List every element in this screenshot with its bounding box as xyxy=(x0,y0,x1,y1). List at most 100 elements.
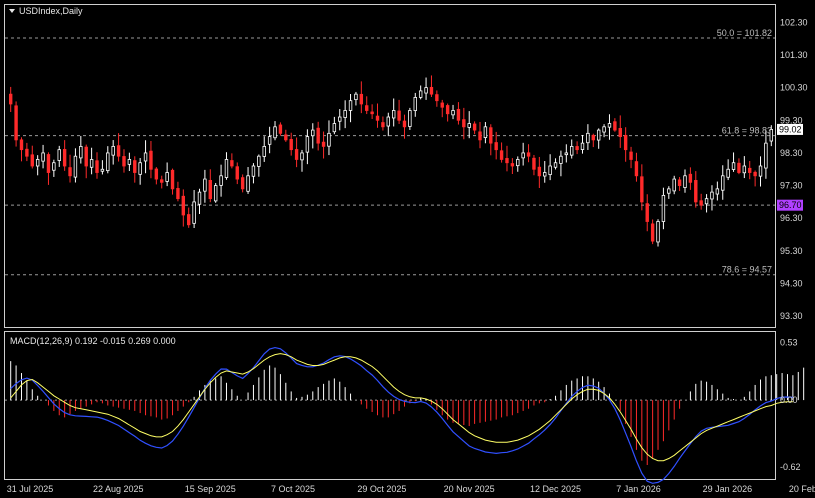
candle-body xyxy=(230,160,234,167)
candle-body xyxy=(532,157,536,170)
collapse-triangle-icon[interactable] xyxy=(9,9,15,13)
candle-body xyxy=(607,123,612,128)
candle-body xyxy=(224,159,229,178)
price-tick: 102.30 xyxy=(780,17,808,27)
candle-body xyxy=(656,221,660,243)
candle-body xyxy=(348,100,353,111)
candle-body xyxy=(413,97,417,111)
candle-body xyxy=(564,152,569,156)
candle-body xyxy=(187,214,191,226)
candle-body xyxy=(327,132,331,147)
candle-body xyxy=(300,152,304,161)
candle-body xyxy=(764,142,768,169)
candle-body xyxy=(41,152,45,162)
candle-body xyxy=(375,115,380,121)
candle-body xyxy=(429,86,434,95)
price-tick: 98.30 xyxy=(780,148,803,158)
candle-body xyxy=(359,93,364,105)
candle-body xyxy=(381,122,385,128)
candle-body xyxy=(111,146,115,156)
candle-body xyxy=(95,160,99,173)
candle-body xyxy=(284,134,288,141)
candle-body xyxy=(176,188,180,200)
candle-body xyxy=(62,149,67,167)
candle-body xyxy=(305,136,310,153)
candle-body xyxy=(742,165,747,174)
candle-body xyxy=(208,179,212,200)
price-tick: 97.30 xyxy=(780,181,803,191)
candle-body xyxy=(489,127,493,144)
candle-body xyxy=(596,129,601,141)
candle-body xyxy=(170,169,175,190)
candle-body xyxy=(273,126,277,139)
candle-body xyxy=(133,160,137,173)
candle-body xyxy=(456,108,461,121)
time-tick: 20 Nov 2025 xyxy=(444,484,495,494)
candle-body xyxy=(52,162,56,171)
candle-body xyxy=(472,123,477,131)
macd-signal-line xyxy=(10,353,793,462)
candle-body xyxy=(451,110,455,116)
candle-body xyxy=(715,188,720,195)
candle-body xyxy=(418,90,423,98)
price-tick: 95.30 xyxy=(780,246,803,256)
candle-body xyxy=(321,141,326,147)
candle-body xyxy=(543,172,547,177)
candle-body xyxy=(181,195,186,216)
macd-pane-border xyxy=(4,331,776,480)
candle-body xyxy=(758,165,763,177)
candle-body xyxy=(79,146,83,159)
candle-body xyxy=(89,159,94,168)
macd-tick: 0.53 xyxy=(780,338,798,348)
candle-body xyxy=(467,123,471,128)
candle-body xyxy=(262,146,266,157)
candle-body xyxy=(402,120,407,128)
fib-label-78-6: 78.6 = 94.57 xyxy=(722,265,772,275)
candle-body xyxy=(143,152,148,162)
candle-body xyxy=(613,121,617,131)
candle-body xyxy=(575,146,579,151)
candle-body xyxy=(537,166,542,177)
candle-body xyxy=(294,149,299,160)
candle-body xyxy=(251,165,256,177)
price-axis: 102.30 101.30 100.30 99.30 98.30 97.30 9… xyxy=(780,17,808,321)
candle-body xyxy=(57,149,61,161)
candle-body xyxy=(127,159,132,165)
candle-body xyxy=(278,124,283,134)
candle-body xyxy=(440,102,444,108)
candle-body xyxy=(623,134,628,151)
current-price-label: 99.02 xyxy=(779,124,802,134)
candle-body xyxy=(650,223,655,242)
candle-body xyxy=(424,87,428,94)
candle-body xyxy=(397,110,401,121)
price-tick: 94.30 xyxy=(780,279,803,289)
candle-body xyxy=(618,128,622,138)
candle-body xyxy=(100,168,105,172)
candle-body xyxy=(257,155,261,167)
candle-body xyxy=(499,150,504,160)
candle-body xyxy=(559,155,563,164)
candlestick-series xyxy=(8,75,774,247)
candle-body xyxy=(748,167,752,173)
time-axis: 31 Jul 2025 22 Aug 2025 15 Sep 2025 7 Oc… xyxy=(7,484,815,494)
macd-tick: -0.62 xyxy=(780,462,801,472)
candle-body xyxy=(267,136,272,145)
candle-body xyxy=(521,152,525,159)
candle-body xyxy=(354,93,358,101)
candle-body xyxy=(629,151,633,160)
macd-title: MACD(12,26,9) 0.192 -0.015 0.269 0.000 xyxy=(10,336,176,346)
price-tick: 100.30 xyxy=(780,83,808,93)
candle-body xyxy=(699,200,703,206)
candle-body xyxy=(408,110,412,127)
candle-body xyxy=(213,185,218,202)
candle-body xyxy=(726,168,730,178)
candle-body xyxy=(721,175,725,191)
candle-body xyxy=(35,159,40,167)
time-tick: 15 Sep 2025 xyxy=(185,484,236,494)
candle-body xyxy=(677,179,682,186)
candle-body xyxy=(370,111,374,115)
candle-body xyxy=(332,123,337,133)
candle-body xyxy=(694,180,698,203)
time-tick: 31 Jul 2025 xyxy=(7,484,54,494)
time-tick: 29 Jan 2026 xyxy=(703,484,753,494)
